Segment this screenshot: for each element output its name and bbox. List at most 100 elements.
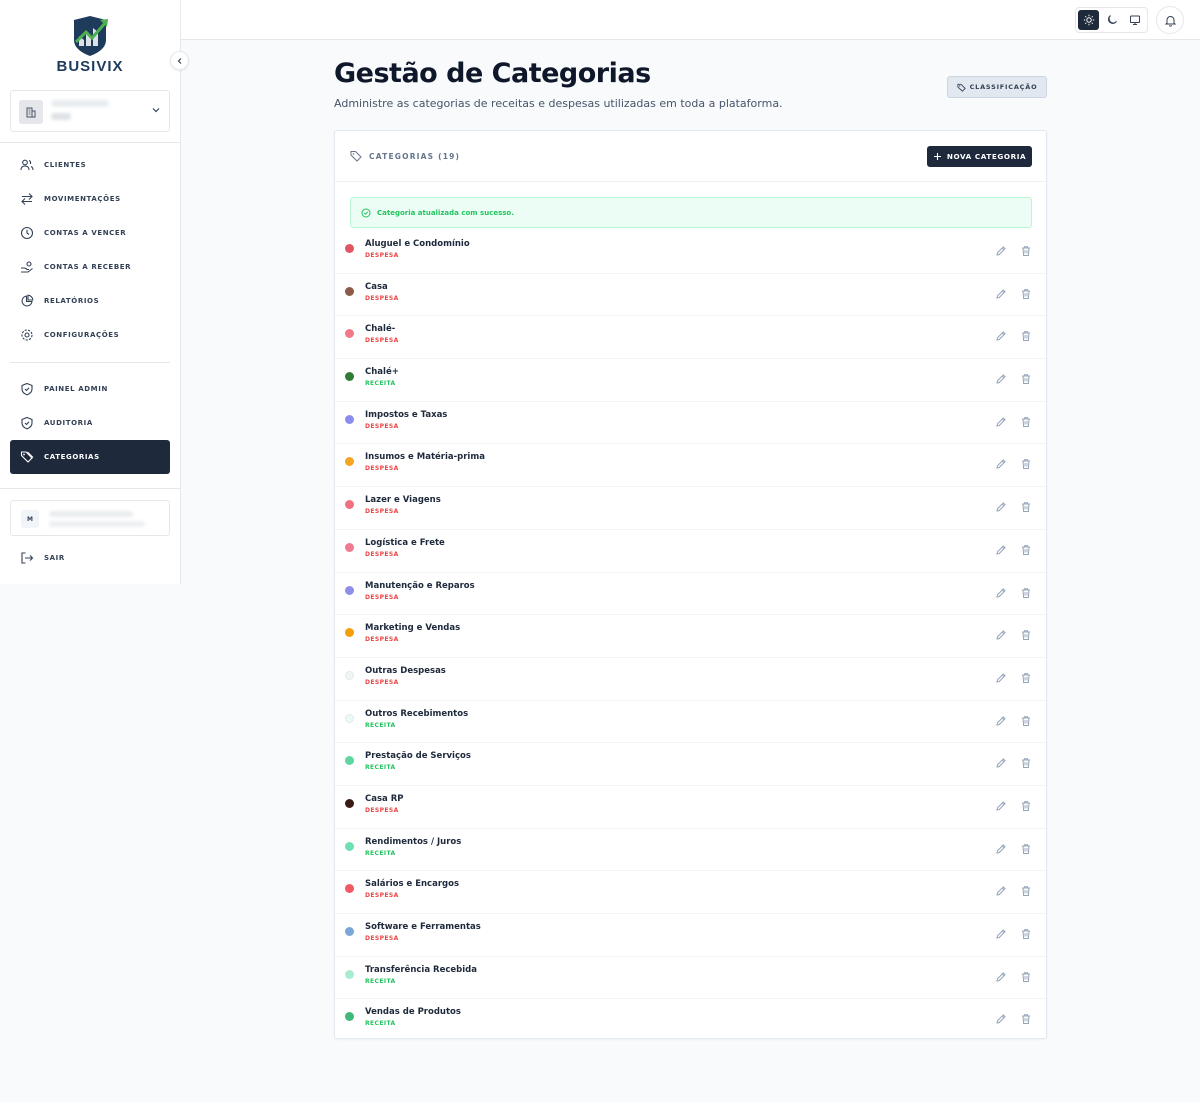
nav-item-painel-admin[interactable]: PAINEL ADMIN xyxy=(10,372,170,406)
edit-icon[interactable] xyxy=(995,712,1007,726)
nav-item-configuracoes[interactable]: CONFIGURAÇÕES xyxy=(10,318,170,352)
edit-icon[interactable] xyxy=(995,626,1007,640)
edit-icon[interactable] xyxy=(995,754,1007,768)
category-type-badge: DESPESA xyxy=(365,806,399,814)
trash-icon[interactable] xyxy=(1020,840,1032,854)
hand-coins-icon xyxy=(20,260,34,274)
edit-icon[interactable] xyxy=(995,455,1007,470)
category-row: Prestação de Serviços RECEITA xyxy=(335,743,1046,786)
category-row: Rendimentos / Juros RECEITA xyxy=(335,829,1046,872)
edit-icon[interactable] xyxy=(995,840,1007,854)
trash-icon[interactable] xyxy=(1020,797,1032,811)
category-row: Casa DESPESA xyxy=(335,274,1046,317)
shield-check-icon xyxy=(20,416,34,430)
new-category-button[interactable]: NOVA CATEGORIA xyxy=(927,146,1032,167)
trash-icon[interactable] xyxy=(1020,882,1032,897)
trash-icon[interactable] xyxy=(1020,669,1032,683)
trash-icon[interactable] xyxy=(1020,498,1032,513)
nav-item-movimentacoes[interactable]: MOVIMENTAÇÕES xyxy=(10,182,170,216)
classification-label: CLASSIFICAÇÃO xyxy=(969,83,1038,91)
theme-dark-button[interactable] xyxy=(1101,10,1122,30)
trash-icon[interactable] xyxy=(1020,584,1032,598)
trash-icon[interactable] xyxy=(1020,626,1032,641)
trash-icon[interactable] xyxy=(1020,455,1032,470)
category-type-badge: RECEITA xyxy=(365,721,396,729)
edit-icon[interactable] xyxy=(995,498,1007,512)
nav-label: CONTAS A VENCER xyxy=(44,229,127,237)
page-title: Gestão de Categorias xyxy=(334,58,651,89)
nav-item-contas-a-receber[interactable]: CONTAS A RECEBER xyxy=(10,250,170,284)
user-profile[interactable]: M xyxy=(10,500,170,536)
edit-icon[interactable] xyxy=(995,327,1007,342)
edit-icon[interactable] xyxy=(995,1010,1007,1025)
theme-system-button[interactable] xyxy=(1124,10,1145,30)
category-color-dot xyxy=(345,329,354,339)
category-name: Transferência Recebida xyxy=(365,964,477,975)
edit-icon[interactable] xyxy=(995,370,1007,384)
category-row: Outros Recebimentos RECEITA xyxy=(335,701,1046,744)
category-name: Chalé+ xyxy=(365,367,399,378)
classification-button[interactable]: CLASSIFICAÇÃO xyxy=(947,76,1047,98)
trash-icon[interactable] xyxy=(1020,370,1032,385)
trash-icon[interactable] xyxy=(1020,968,1032,982)
nav-item-relatorios[interactable]: RELATÓRIOS xyxy=(10,284,170,318)
bell-icon xyxy=(1164,15,1176,27)
edit-icon[interactable] xyxy=(995,413,1007,427)
trash-icon[interactable] xyxy=(1020,541,1032,555)
theme-light-button[interactable] xyxy=(1078,10,1099,30)
edit-icon[interactable] xyxy=(995,541,1007,555)
category-type-badge: DESPESA xyxy=(365,678,399,686)
category-color-dot xyxy=(345,756,354,766)
sidebar-divider xyxy=(10,362,170,363)
nav-item-contas-a-vencer[interactable]: CONTAS A VENCER xyxy=(10,216,170,250)
category-row: Salários e Encargos DESPESA xyxy=(335,871,1046,914)
nav-label: CLIENTES xyxy=(44,161,87,169)
category-type-badge: DESPESA xyxy=(365,337,399,345)
category-row: Vendas de Produtos RECEITA xyxy=(335,999,1046,1042)
category-row: Manutenção e Reparos DESPESA xyxy=(335,573,1046,616)
company-selector[interactable] xyxy=(10,90,170,132)
category-row: Marketing e Vendas DESPESA xyxy=(335,615,1046,658)
category-type-badge: DESPESA xyxy=(365,550,399,558)
gear-icon xyxy=(20,328,34,342)
category-row: Aluguel e Condomínio DESPESA xyxy=(335,231,1046,274)
topbar xyxy=(181,0,1200,40)
category-name: Outros Recebimentos xyxy=(365,708,469,719)
brand-logo[interactable]: BUSIVIX xyxy=(50,14,130,76)
trash-icon[interactable] xyxy=(1020,413,1032,427)
category-type-badge: DESPESA xyxy=(365,508,399,516)
sidebar-collapse-button[interactable] xyxy=(170,51,189,70)
trash-icon[interactable] xyxy=(1020,925,1032,939)
nav-label: PAINEL ADMIN xyxy=(44,385,108,393)
nav-item-categorias[interactable]: CATEGORIAS xyxy=(10,440,170,474)
edit-icon[interactable] xyxy=(995,925,1007,939)
sun-icon xyxy=(1083,14,1094,26)
trash-icon[interactable] xyxy=(1020,754,1032,769)
category-name: Logística e Frete xyxy=(365,537,445,548)
edit-icon[interactable] xyxy=(995,584,1007,598)
edit-icon[interactable] xyxy=(995,285,1007,299)
category-color-dot xyxy=(345,457,354,467)
nav-item-clientes[interactable]: CLIENTES xyxy=(10,148,170,182)
nav-item-auditoria[interactable]: AUDITORIA xyxy=(10,406,170,440)
trash-icon[interactable] xyxy=(1020,327,1032,342)
edit-icon[interactable] xyxy=(995,968,1007,982)
trash-icon[interactable] xyxy=(1020,1010,1032,1025)
category-color-dot xyxy=(345,670,354,680)
company-id-blurred xyxy=(51,113,71,120)
new-category-label: NOVA CATEGORIA xyxy=(946,152,1027,161)
notifications-button[interactable] xyxy=(1156,6,1184,34)
categories-card: CATEGORIAS (19) NOVA CATEGORIA Categoria… xyxy=(334,130,1047,1039)
trash-icon[interactable] xyxy=(1020,242,1032,256)
edit-icon[interactable] xyxy=(995,882,1007,896)
avatar: M xyxy=(21,510,39,528)
tag-icon xyxy=(350,151,362,162)
edit-icon[interactable] xyxy=(995,669,1007,683)
category-row: Transferência Recebida RECEITA xyxy=(335,957,1046,1000)
trash-icon[interactable] xyxy=(1020,712,1032,726)
edit-icon[interactable] xyxy=(995,242,1007,256)
category-color-dot xyxy=(345,927,354,936)
edit-icon[interactable] xyxy=(995,797,1007,811)
trash-icon[interactable] xyxy=(1020,285,1032,299)
logout-button[interactable]: SAIR xyxy=(10,541,170,575)
